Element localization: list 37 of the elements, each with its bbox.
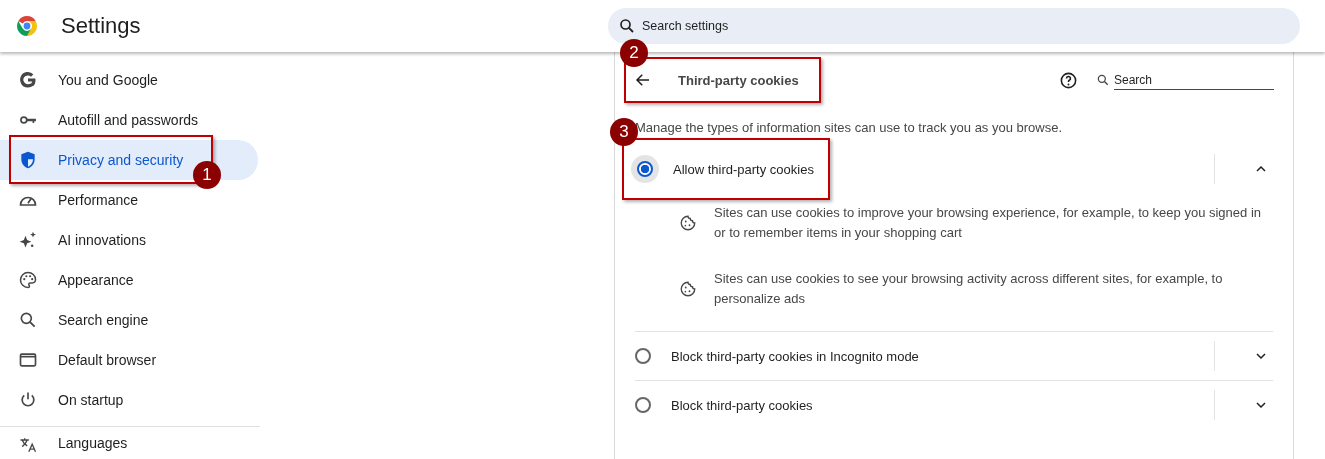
- sidebar-item[interactable]: AI innovations: [0, 220, 258, 260]
- search-field[interactable]: Search settings: [608, 8, 1300, 44]
- translate-icon: [18, 435, 38, 455]
- description-text: Manage the types of information sites can use to track you as you browse.: [635, 120, 1064, 135]
- window-icon: [18, 350, 38, 370]
- sparkle-icon: [18, 230, 38, 250]
- step-badge: 2: [620, 39, 648, 67]
- detail-text: Sites can use cookies to improve your browsing experience, for example, to keep you signed in or to remember items in your shopping cart: [714, 204, 1262, 242]
- cookie-icon: [679, 280, 697, 298]
- help-button[interactable]: [1059, 70, 1078, 90]
- sidebar-item[interactable]: Appearance: [0, 260, 258, 300]
- step-badge: 1: [193, 161, 221, 189]
- detail-text: Sites can use cookies to see your browsing activity across different sites, for example, to personalize ads: [714, 270, 1224, 308]
- google-icon: [18, 70, 38, 90]
- palette-icon: [18, 270, 38, 290]
- search-icon: [618, 17, 636, 35]
- option-label: Allow third-party cookies: [673, 161, 814, 177]
- shield-icon: [18, 150, 38, 170]
- sidebar-item[interactable]: Autofill and passwords: [0, 100, 258, 140]
- sidebar-item[interactable]: Languages: [0, 435, 258, 457]
- page-title: Settings: [61, 13, 141, 39]
- browser-logo-icon: [15, 14, 39, 38]
- radio-button[interactable]: [637, 161, 653, 177]
- cookie-icon: [679, 214, 697, 232]
- search-icon: [1096, 73, 1110, 87]
- option-label: Block third-party cookies in Incognito mode: [671, 348, 919, 364]
- radio-button[interactable]: [635, 348, 651, 364]
- sidebar-item[interactable]: Search engine: [0, 300, 258, 340]
- sidebar-item[interactable]: Default browser: [0, 340, 258, 380]
- section-title: Third-party cookies: [678, 72, 799, 88]
- radio-button[interactable]: [635, 397, 651, 413]
- sidebar-item[interactable]: On startup: [0, 380, 258, 420]
- help-icon: [1059, 70, 1078, 90]
- back-arrow-icon: [634, 71, 652, 89]
- search-icon: [18, 310, 38, 330]
- option-label: Block third-party cookies: [671, 397, 813, 413]
- sidebar-item[interactable]: You and Google: [0, 60, 258, 100]
